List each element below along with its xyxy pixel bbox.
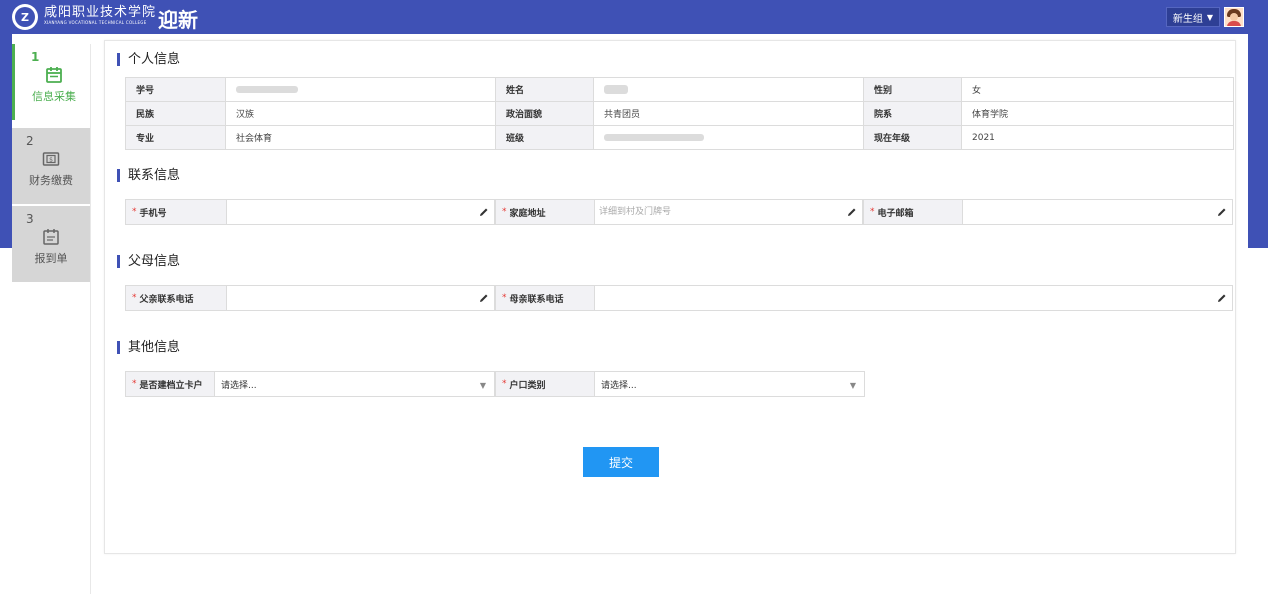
top-bar: Z 咸阳职业技术学院 XIANYANG VOCATIONAL TECHNICAL… bbox=[0, 0, 1268, 34]
step-number: 1 bbox=[31, 50, 40, 64]
address-input[interactable] bbox=[597, 202, 844, 222]
address-label: * 家庭地址 bbox=[496, 200, 594, 224]
caret-down-icon: ▼ bbox=[1206, 12, 1214, 22]
pencil-icon bbox=[1218, 208, 1226, 216]
mother-phone-input-wrap bbox=[594, 286, 1232, 310]
user-group-label: 新生组 bbox=[1172, 13, 1203, 25]
phone-input[interactable] bbox=[229, 202, 476, 222]
section-title-contact: 联系信息 bbox=[117, 169, 180, 182]
step-label: 报到单 bbox=[34, 252, 68, 265]
address-input-wrap bbox=[594, 200, 862, 224]
other-form-row: * 是否建档立卡户 请选择... ▼ * 户口类别 请选择... ▼ bbox=[125, 371, 865, 397]
svg-text:$: $ bbox=[49, 157, 53, 164]
personal-info-table: 学号 姓名 性别 女 民族 汉族 政治面貌 共青团员 院系 体育学院 专业 社会… bbox=[125, 77, 1234, 150]
step-number: 3 bbox=[26, 212, 34, 226]
student-id-label: 学号 bbox=[125, 77, 226, 102]
document-icon bbox=[43, 229, 59, 245]
calendar-icon bbox=[46, 67, 62, 83]
major-label: 专业 bbox=[125, 125, 226, 150]
father-phone-label: * 父亲联系电话 bbox=[126, 286, 226, 310]
main-content: 1 信息采集 2 $ 财务缴费 3 报到单 个人信息 学号 姓名 性别 女 民族… bbox=[12, 34, 1248, 594]
section-title-other: 其他信息 bbox=[117, 341, 180, 354]
department-label: 院系 bbox=[863, 101, 962, 126]
step-sidebar: 1 信息采集 2 $ 财务缴费 3 报到单 bbox=[12, 44, 91, 594]
card-holder-select[interactable]: 请选择... ▼ bbox=[214, 372, 494, 396]
pencil-icon bbox=[480, 294, 488, 302]
ethnicity-label: 民族 bbox=[125, 101, 226, 126]
name-value bbox=[593, 77, 864, 102]
school-name: 咸阳职业技术学院 XIANYANG VOCATIONAL TECHNICAL C… bbox=[44, 5, 156, 26]
gender-label: 性别 bbox=[863, 77, 962, 102]
table-row: 学号 姓名 性别 女 bbox=[125, 77, 1234, 102]
department-value: 体育学院 bbox=[961, 101, 1234, 126]
class-label: 班级 bbox=[495, 125, 594, 150]
hukou-type-value: 请选择... bbox=[601, 380, 637, 391]
mother-phone-label: * 母亲联系电话 bbox=[496, 286, 594, 310]
step-info-collection[interactable]: 1 信息采集 bbox=[12, 44, 90, 120]
pencil-icon bbox=[1218, 294, 1226, 302]
grade-label: 现在年级 bbox=[863, 125, 962, 150]
app-title: 迎新 bbox=[158, 8, 198, 32]
step-label: 信息采集 bbox=[32, 90, 76, 103]
step-number: 2 bbox=[26, 134, 34, 148]
student-id-value bbox=[225, 77, 496, 102]
phone-input-wrap bbox=[226, 200, 494, 224]
address-field-cell: * 家庭地址 bbox=[495, 199, 863, 225]
table-row: 民族 汉族 政治面貌 共青团员 院系 体育学院 bbox=[125, 101, 1234, 126]
ethnicity-value: 汉族 bbox=[225, 101, 496, 126]
email-input-wrap bbox=[962, 200, 1232, 224]
hukou-type-select[interactable]: 请选择... ▼ bbox=[594, 372, 864, 396]
card-holder-value: 请选择... bbox=[221, 380, 257, 391]
mother-phone-cell: * 母亲联系电话 bbox=[495, 285, 1233, 311]
email-field-cell: * 电子邮箱 bbox=[863, 199, 1233, 225]
info-card: 个人信息 学号 姓名 性别 女 民族 汉族 政治面貌 共青团员 院系 体育学院 … bbox=[104, 40, 1236, 554]
step-label: 财务缴费 bbox=[29, 174, 73, 187]
school-name-en: XIANYANG VOCATIONAL TECHNICAL COLLEGE bbox=[44, 20, 147, 25]
submit-button[interactable]: 提交 bbox=[583, 447, 659, 477]
class-value bbox=[593, 125, 864, 150]
political-value: 共青团员 bbox=[593, 101, 864, 126]
step-registration-form[interactable]: 3 报到单 bbox=[12, 206, 90, 282]
hukou-type-cell: * 户口类别 请选择... ▼ bbox=[495, 371, 865, 397]
avatar[interactable] bbox=[1224, 7, 1244, 27]
user-group-dropdown[interactable]: 新生组 ▼ bbox=[1166, 7, 1220, 27]
section-title-parents: 父母信息 bbox=[117, 255, 180, 268]
parents-form-row: * 父亲联系电话 * 母亲联系电话 bbox=[125, 285, 1233, 311]
card-holder-label: * 是否建档立卡户 bbox=[126, 372, 214, 396]
card-holder-cell: * 是否建档立卡户 请选择... ▼ bbox=[125, 371, 495, 397]
gender-value: 女 bbox=[961, 77, 1234, 102]
father-phone-cell: * 父亲联系电话 bbox=[125, 285, 495, 311]
dollar-icon: $ bbox=[42, 152, 60, 166]
name-label: 姓名 bbox=[495, 77, 594, 102]
father-phone-input-wrap bbox=[226, 286, 494, 310]
contact-form-row: *手机号 *家庭地址 *电子邮箱 bbox=[125, 199, 1233, 225]
mother-phone-input[interactable] bbox=[597, 288, 1214, 308]
email-label: * 电子邮箱 bbox=[864, 200, 962, 224]
caret-down-icon: ▼ bbox=[849, 381, 856, 390]
political-label: 政治面貌 bbox=[495, 101, 594, 126]
major-value: 社会体育 bbox=[225, 125, 496, 150]
email-input[interactable] bbox=[965, 202, 1214, 222]
hukou-type-label: * 户口类别 bbox=[496, 372, 594, 396]
table-row: 专业 社会体育 班级 现在年级 2021 bbox=[125, 125, 1234, 150]
pencil-icon bbox=[480, 208, 488, 216]
school-name-cn: 咸阳职业技术学院 bbox=[44, 5, 157, 20]
father-phone-input[interactable] bbox=[229, 288, 476, 308]
pencil-icon bbox=[848, 208, 856, 216]
school-logo: Z bbox=[12, 4, 38, 30]
caret-down-icon: ▼ bbox=[479, 381, 486, 390]
grade-value: 2021 bbox=[961, 125, 1234, 150]
phone-field-cell: * 手机号 bbox=[125, 199, 495, 225]
section-title-personal: 个人信息 bbox=[117, 53, 180, 66]
step-finance-payment[interactable]: 2 $ 财务缴费 bbox=[12, 128, 90, 204]
phone-label: * 手机号 bbox=[126, 200, 226, 224]
